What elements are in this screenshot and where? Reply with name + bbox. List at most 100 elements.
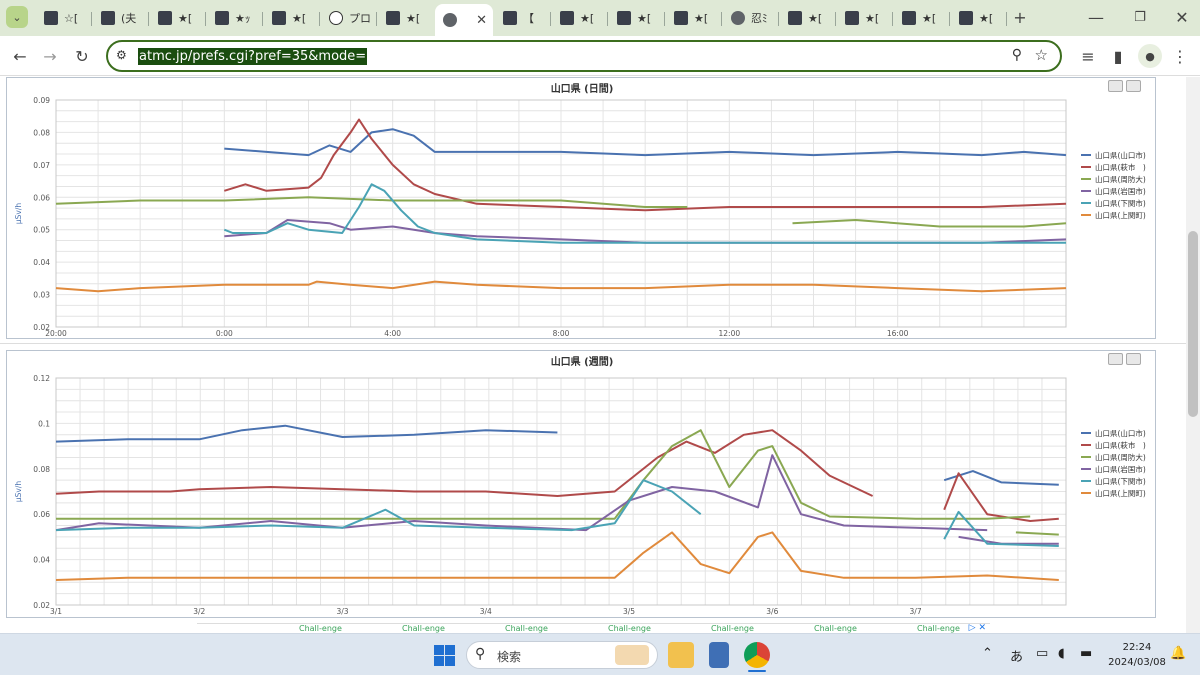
ime-indicator[interactable]: あ [1010,646,1023,665]
maximize-button[interactable]: ❐ [1128,5,1152,29]
page-scrollbar[interactable] [1186,77,1200,633]
legend-entry[interactable]: 山口県(周防大) [1095,452,1146,462]
tab-label: ★[ [637,11,652,25]
back-button[interactable]: ← [8,44,32,68]
reload-button[interactable]: ↻ [70,44,94,68]
x-tick-label: 3/2 [193,607,205,616]
y-tick-label: 0.04 [33,258,50,267]
print-icon[interactable] [1108,80,1123,92]
file-explorer-icon[interactable] [668,642,694,668]
site-icon [845,11,859,25]
x-tick-label: 8:00 [553,329,570,338]
print-icon[interactable] [1108,353,1123,365]
scrollbar-thumb[interactable] [1188,231,1198,417]
volume-icon[interactable]: ◖ [1058,646,1065,661]
tab-7[interactable]: ✕ [435,4,493,36]
network-icon[interactable]: ▭ [1036,646,1048,661]
site-icon [959,11,973,25]
tab-6[interactable]: ★[ [378,4,433,32]
legend-entry[interactable]: 山口県(萩市 ) [1095,440,1146,450]
tab-13[interactable]: ★[ [780,4,835,32]
tab-11[interactable]: ★[ [666,4,721,32]
tab-5[interactable]: プロ [321,4,376,32]
search-highlight-icon [615,645,649,665]
ad-item[interactable]: Chall-enge [608,624,651,633]
ad-item[interactable]: Chall-enge [402,624,445,633]
site-icon [617,11,631,25]
legend-entry[interactable]: 山口県(萩市 ) [1095,162,1146,172]
ad-item[interactable]: Chall-enge [711,624,754,633]
tray-chevron-icon[interactable]: ⌃ [982,646,993,661]
tab-9[interactable]: ★[ [552,4,607,32]
legend-entry[interactable]: 山口県(周防大) [1095,174,1146,184]
close-window-button[interactable]: ✕ [1170,5,1194,29]
taskbar-search[interactable]: ⚲ 検索 [466,641,658,669]
zoom-icon[interactable]: ⚲ [1012,47,1022,63]
tab-12[interactable]: 忍ﾐ [723,4,778,32]
y-tick-label: 0.06 [33,193,50,202]
series-line-5 [55,531,1059,581]
legend-entry[interactable]: 山口県(下関市) [1095,476,1146,486]
ad-item[interactable]: Chall-enge [814,624,857,633]
tab-4[interactable]: ★[ [264,4,319,32]
tab-0[interactable]: ☆[ [36,4,91,32]
ad-item[interactable]: Chall-enge [505,624,548,633]
notepad-icon[interactable] [709,642,729,668]
tab-label: ★[ [694,11,709,25]
tab-14[interactable]: ★[ [837,4,892,32]
weekly-chart: 0.12 0.1 0.08 0.06 0.04 0.023/1 3/2 3/3 3/4 3/5 3/… [14,374,1146,616]
legend-entry[interactable]: 山口県(上関町) [1095,210,1146,220]
search-placeholder: 検索 [497,650,522,664]
tab-10[interactable]: ★[ [609,4,664,32]
y-tick-label: 0.08 [33,128,50,137]
download-icon[interactable] [1126,80,1141,92]
globe-icon [443,13,457,27]
menu-icon[interactable]: ⋮ [1168,44,1192,68]
new-tab-button[interactable]: + [1008,5,1032,29]
x-tick-label: 16:00 [887,329,909,338]
tab-search-button[interactable]: ⌄ [6,6,28,28]
tab-label: (夫 [121,12,137,25]
start-button[interactable] [434,645,456,667]
media-control-icon[interactable]: ≡ [1076,44,1100,68]
profile-avatar[interactable]: ● [1138,44,1162,68]
tab-8[interactable]: 【 [495,4,550,32]
close-tab-icon[interactable]: ✕ [476,13,487,28]
site-info-icon[interactable]: ⚙ [116,48,127,62]
url-text[interactable]: atmc.jp/prefs.cgi?pref=35&mode= [138,48,368,65]
tab-3[interactable]: ★ｯ [207,4,262,32]
series-line-0 [55,424,558,443]
tab-label: ★[ [580,11,595,25]
x-tick-label: 3/4 [480,607,492,616]
x-tick-label: 3/6 [766,607,778,616]
ad-item[interactable]: Chall-enge [917,624,960,633]
battery-icon[interactable]: ▬ [1080,646,1092,661]
series-line-2 [55,196,688,208]
legend-entry[interactable]: 山口県(山口市) [1095,428,1146,438]
site-icon [158,11,172,25]
download-icon[interactable] [1126,353,1141,365]
legend-entry[interactable]: 山口県(岩国市) [1095,186,1146,196]
y-tick-label: 0.04 [33,556,50,565]
legend-entry[interactable]: 山口県(岩国市) [1095,464,1146,474]
tab-1[interactable]: (夫 [93,4,148,32]
tab-label: ★[ [922,11,937,25]
site-icon [44,11,58,25]
x-tick-label: 3/3 [336,607,348,616]
legend-entry[interactable]: 山口県(上関町) [1095,488,1146,498]
chrome-icon[interactable] [744,642,770,668]
tab-15[interactable]: ★[ [894,4,949,32]
side-panel-icon[interactable]: ▮ [1106,44,1130,68]
ad-item[interactable]: Chall-enge [299,624,342,633]
address-bar[interactable]: ⚙ atmc.jp/prefs.cgi?pref=35&mode= ⚲ ☆ [106,40,1062,72]
legend-entry[interactable]: 山口県(山口市) [1095,150,1146,160]
notification-bell-icon[interactable]: 🔔 [1170,646,1186,661]
clock[interactable]: 22:24 2024/03/08 [1108,640,1166,670]
tab-16[interactable]: ★[ [951,4,1006,32]
ad-close-icon[interactable]: ▷ ✕ [969,623,986,633]
bookmark-star-icon[interactable]: ☆ [1035,46,1048,64]
tab-2[interactable]: ★[ [150,4,205,32]
legend-entry[interactable]: 山口県(下関市) [1095,198,1146,208]
minimize-button[interactable]: — [1084,5,1108,29]
forward-button[interactable]: → [38,44,62,68]
